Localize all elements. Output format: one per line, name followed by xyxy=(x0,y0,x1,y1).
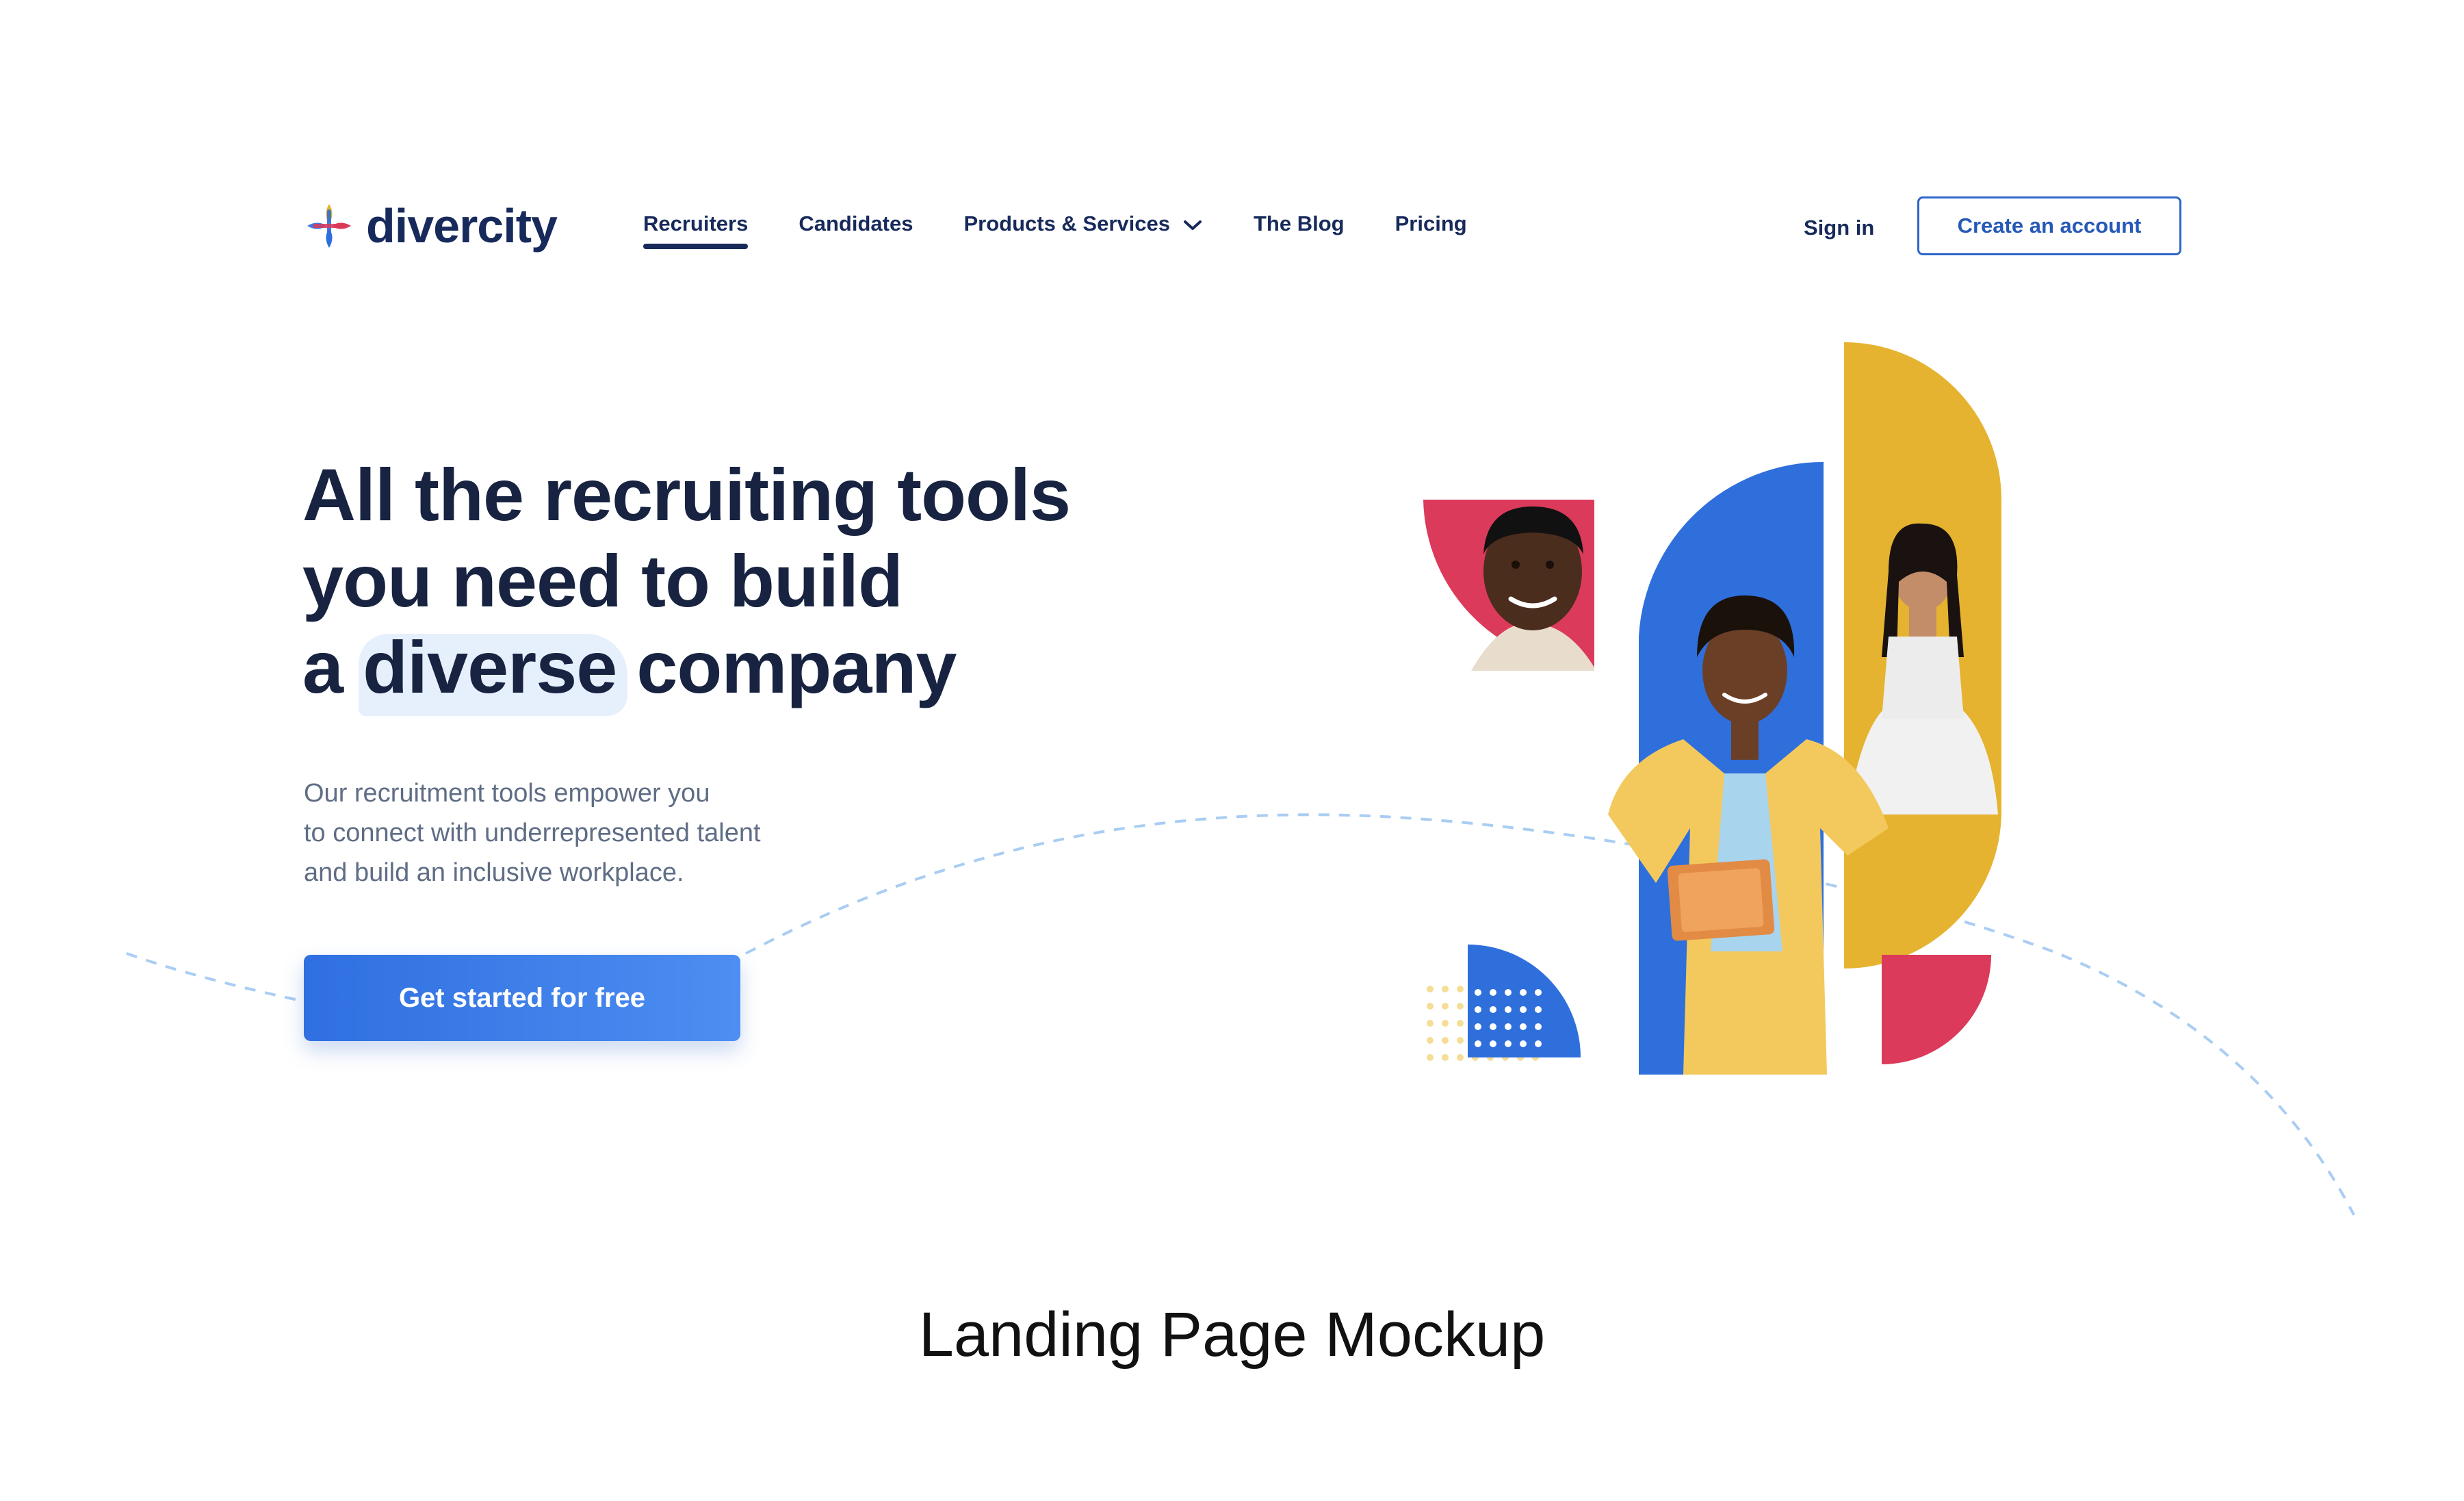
nav-item-recruiters[interactable]: Recruiters xyxy=(643,208,749,249)
hero-subtext: Our recruitment tools empower you to con… xyxy=(304,773,865,893)
brand-name: divercity xyxy=(366,199,558,253)
get-started-button[interactable]: Get started for free xyxy=(304,955,740,1041)
red-quarter-shape-small xyxy=(1882,955,1991,1064)
headline-line: you need to build xyxy=(302,539,903,622)
nav-item-candidates[interactable]: Candidates xyxy=(799,208,913,249)
nav-item-products-services[interactable]: Products & Services xyxy=(963,208,1203,249)
nav-item-pricing[interactable]: Pricing xyxy=(1395,208,1467,249)
subtext-line: and build an inclusive workplace. xyxy=(304,858,684,887)
hero-illustration xyxy=(1423,342,2001,1075)
mockup-caption: Landing Page Mockup xyxy=(918,1300,1546,1370)
sign-in-link[interactable]: Sign in xyxy=(1804,212,1874,244)
nav-item-blog[interactable]: The Blog xyxy=(1254,208,1345,249)
chevron-down-icon xyxy=(1184,220,1202,230)
headline-prefix: a xyxy=(302,626,363,708)
headline-suffix: company xyxy=(617,626,957,708)
subtext-line: Our recruitment tools empower you xyxy=(304,779,710,808)
hero-headline: All the recruiting tools you need to bui… xyxy=(302,452,1124,716)
divercity-logo-icon xyxy=(307,204,351,248)
main-nav: Recruiters Candidates Products & Service… xyxy=(643,208,1467,249)
create-account-button[interactable]: Create an account xyxy=(1917,196,2181,255)
brand-logo[interactable]: divercity xyxy=(304,198,558,253)
headline-line: All the recruiting tools xyxy=(302,453,1071,536)
man-portrait-image xyxy=(1471,506,1594,671)
headline-highlight: diverse xyxy=(359,624,628,716)
nav-item-label: Products & Services xyxy=(963,211,1170,235)
subtext-line: to connect with underrepresented talent xyxy=(304,819,761,847)
headline-line: a diverse company xyxy=(302,624,1124,716)
